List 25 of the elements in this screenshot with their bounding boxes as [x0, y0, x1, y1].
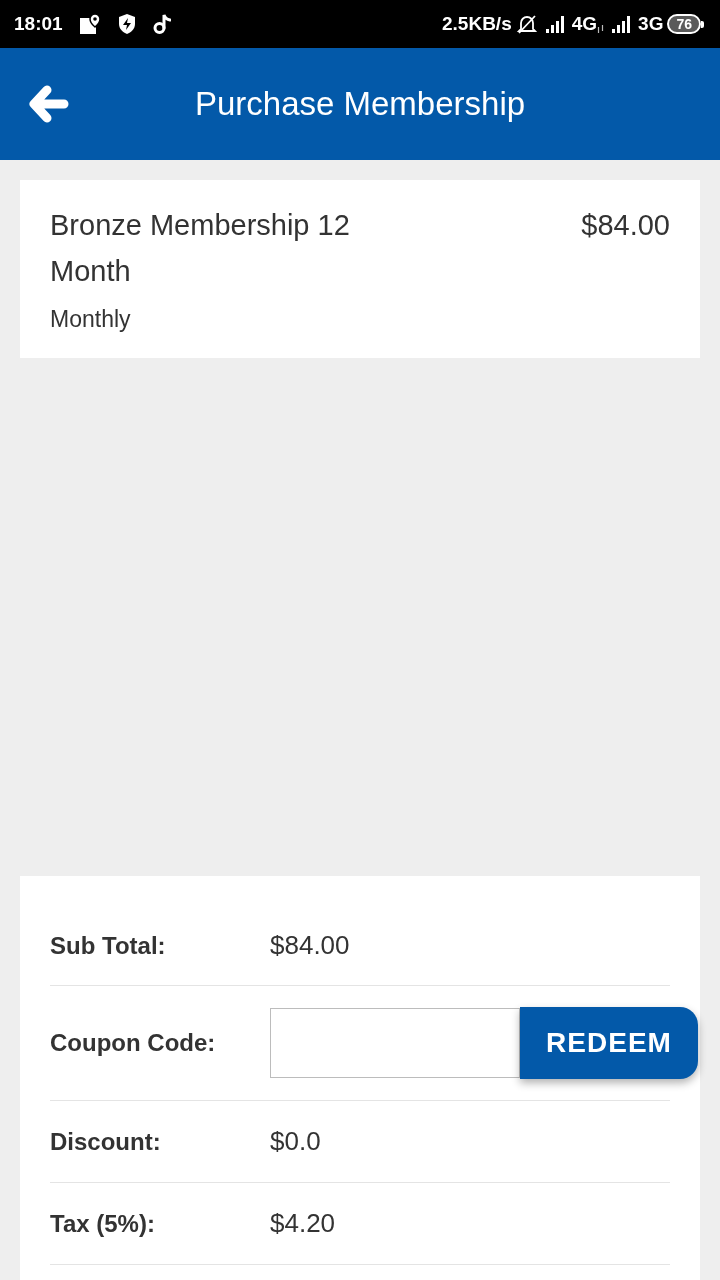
shield-bolt-icon: [116, 13, 137, 35]
map-pin-icon: [78, 13, 101, 35]
battery-indicator: 76: [667, 14, 704, 34]
coupon-code-field[interactable]: [270, 1008, 520, 1078]
network-type: 3G: [638, 11, 664, 36]
status-time: 18:01: [14, 11, 63, 36]
billing-period: Monthly: [50, 305, 132, 334]
membership-name: Bronze Membership 12 Month: [50, 208, 351, 289]
summary-label: Tax (5%):: [50, 1208, 156, 1239]
membership-price: $84.00: [581, 208, 670, 243]
page-title: Purchase Membership: [194, 84, 526, 124]
summary-value: $4.20: [270, 1207, 336, 1240]
summary-value: $0.0: [270, 1125, 321, 1158]
redeem-button[interactable]: REDEEM: [520, 1007, 698, 1079]
back-arrow-icon: [28, 84, 70, 124]
data-arrows-icon: [597, 25, 605, 33]
muted-bell-icon: [515, 13, 538, 35]
summary-label: Discount:: [50, 1126, 162, 1157]
music-note-icon: [152, 13, 171, 35]
network-speed: 2.5KB/s: [442, 11, 512, 36]
summary-label: Coupon Code:: [50, 1028, 217, 1058]
summary-label: Sub Total:: [50, 930, 167, 961]
network-type: 4G: [571, 11, 598, 36]
summary-value: $84.00: [270, 929, 350, 962]
back-button[interactable]: [28, 84, 70, 124]
